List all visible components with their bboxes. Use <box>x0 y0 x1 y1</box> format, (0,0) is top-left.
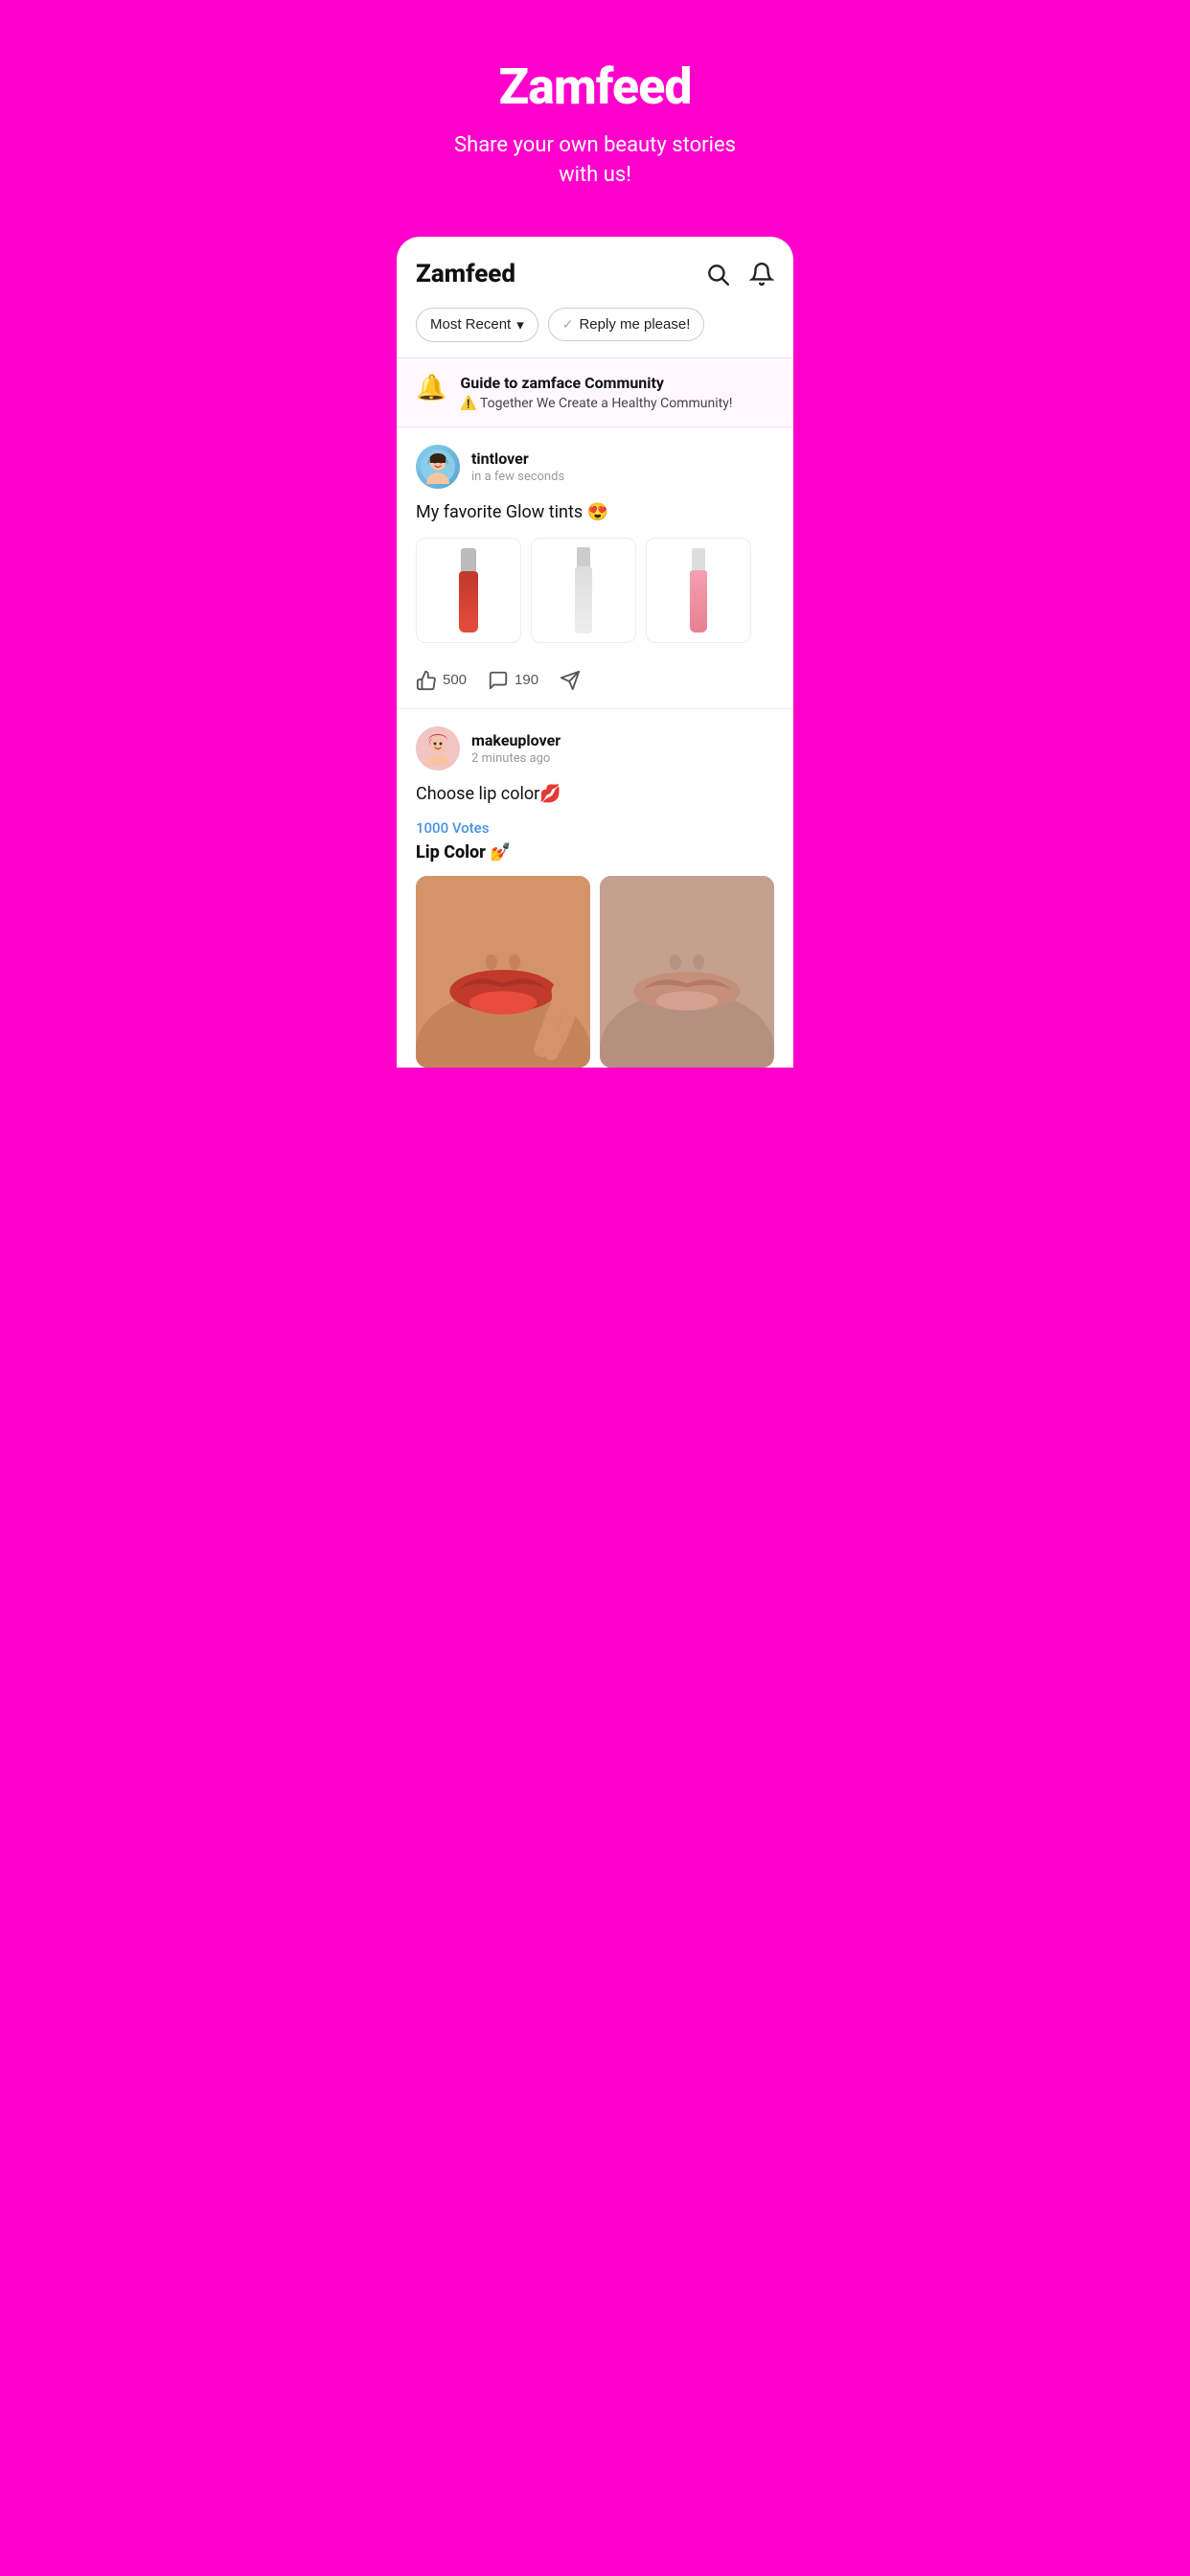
search-icon[interactable] <box>705 262 730 287</box>
post-username-makeuplover[interactable]: makeuplover <box>471 731 561 749</box>
community-bell-icon: 🔔 <box>416 374 446 402</box>
lip-svg-nude <box>600 876 774 1068</box>
like-button[interactable]: 500 <box>416 670 467 691</box>
sort-label: Most Recent <box>430 316 511 333</box>
avatar-image-tintlover <box>421 449 455 484</box>
post-username-tintlover[interactable]: tintlover <box>471 449 564 468</box>
share-button[interactable] <box>560 670 581 691</box>
product-2-visual <box>569 547 598 633</box>
like-icon <box>416 670 437 691</box>
card-header: Zamfeed <box>397 237 793 304</box>
sort-button[interactable]: Most Recent ▾ <box>416 308 538 342</box>
comment-icon <box>488 670 509 691</box>
header-icons <box>705 262 774 287</box>
comment-button[interactable]: 190 <box>488 670 538 691</box>
check-icon: ✓ <box>562 316 574 333</box>
product-3-visual <box>686 548 711 632</box>
avatar-makeuplover[interactable] <box>416 726 460 770</box>
post-time-tintlover: in a few seconds <box>471 470 564 484</box>
app-tagline: Share your own beauty storieswith us! <box>420 131 770 191</box>
community-text: Guide to zamface Community ⚠️ Together W… <box>460 374 732 411</box>
main-card: Zamfeed Most Recent ▾ ✓ Reply me please!… <box>397 237 793 1068</box>
avatar-tintlover[interactable] <box>416 445 460 489</box>
product-images-tintlover <box>416 538 774 643</box>
like-count: 500 <box>443 672 467 688</box>
post-makeuplover: makeuplover 2 minutes ago Choose lip col… <box>397 709 793 1068</box>
lip-image-red <box>416 876 590 1068</box>
post-text-makeuplover: Choose lip color💋 <box>416 782 774 806</box>
lip-image-nude <box>600 876 774 1068</box>
post-time-makeuplover: 2 minutes ago <box>471 751 561 766</box>
post-tintlover: tintlover in a few seconds My favorite G… <box>397 427 793 709</box>
community-banner[interactable]: 🔔 Guide to zamface Community ⚠️ Together… <box>397 357 793 427</box>
bell-icon[interactable] <box>749 262 774 287</box>
reply-filter-button[interactable]: ✓ Reply me please! <box>548 308 705 341</box>
card-title: Zamfeed <box>416 260 515 288</box>
hero-section: Zamfeed Share your own beauty storieswit… <box>397 0 793 229</box>
community-banner-title: Guide to zamface Community <box>460 374 732 392</box>
lip-svg-red <box>416 876 590 1068</box>
product-2[interactable] <box>531 538 636 643</box>
product-1-visual <box>455 548 482 632</box>
filter-bar: Most Recent ▾ ✓ Reply me please! <box>397 304 793 357</box>
app-title: Zamfeed <box>420 58 770 116</box>
votes-count: 1000 Votes <box>416 819 774 837</box>
community-banner-body: ⚠️ Together We Create a Healthy Communit… <box>460 396 732 411</box>
post-header-tintlover: tintlover in a few seconds <box>416 445 774 489</box>
poll-title: Lip Color 💅 <box>416 842 774 862</box>
share-icon <box>560 670 581 691</box>
avatar-image-makeuplover <box>421 731 455 766</box>
post-user-info-tintlover: tintlover in a few seconds <box>471 449 564 484</box>
chevron-down-icon: ▾ <box>516 316 524 334</box>
lip-poll-images <box>416 876 774 1068</box>
post-actions-tintlover: 500 190 <box>416 656 774 708</box>
filter-label: Reply me please! <box>579 316 690 333</box>
post-header-makeuplover: makeuplover 2 minutes ago <box>416 726 774 770</box>
lip-option-nude[interactable] <box>600 876 774 1068</box>
product-3[interactable] <box>646 538 751 643</box>
comment-count: 190 <box>515 672 538 688</box>
lip-option-red[interactable] <box>416 876 590 1068</box>
product-1[interactable] <box>416 538 521 643</box>
post-user-info-makeuplover: makeuplover 2 minutes ago <box>471 731 561 766</box>
post-text-tintlover: My favorite Glow tints 😍 <box>416 500 774 524</box>
